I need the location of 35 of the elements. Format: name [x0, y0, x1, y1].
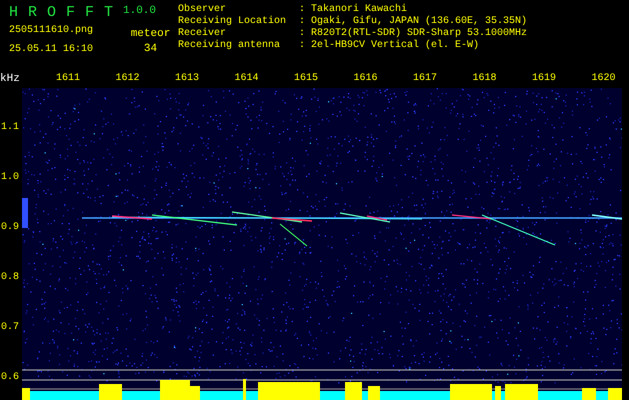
file-name: 2505111610.png: [9, 25, 94, 37]
info-separator: :: [299, 4, 306, 16]
info-value: 2el-HB9CV Vertical (el. E-W): [311, 40, 480, 52]
info-separator: :: [299, 40, 306, 52]
y-axis-label: 1.1: [1, 122, 20, 134]
x-axis-label: 1611: [56, 73, 80, 85]
info-separator: :: [299, 16, 306, 28]
x-axis-label: 1614: [234, 73, 259, 85]
info-label: Receiver: [178, 28, 226, 40]
info-value: Takanori Kawachi: [311, 4, 408, 16]
date-time: 25.05.11 16:10: [9, 44, 94, 56]
y-axis-label: 0.7: [1, 322, 20, 334]
y-axis-label: 0.9: [1, 222, 20, 234]
y-axis-label: 1.0: [1, 172, 20, 184]
x-axis-label: 1620: [592, 73, 616, 85]
y-axis-label: 0.6: [1, 372, 20, 384]
x-axis-label: 1612: [116, 73, 140, 85]
app-title: H R O F F T: [9, 4, 114, 22]
x-axis-label: 1613: [175, 73, 200, 85]
meteor-label: meteor: [130, 28, 170, 40]
info-separator: :: [299, 28, 306, 40]
y-axis-label: 0.8: [1, 272, 20, 284]
meteor-count: 34: [144, 43, 158, 55]
x-axis-label: 1617: [413, 73, 438, 85]
x-axis-label: 1618: [472, 73, 497, 85]
x-axis-label: 1616: [354, 73, 378, 85]
info-label: Observer: [178, 4, 226, 16]
info-value: R820T2(RTL-SDR) SDR-Sharp 53.1000MHz: [311, 28, 528, 40]
unit-label: kHz: [0, 73, 21, 85]
x-axis-label: 1619: [532, 73, 556, 85]
x-axis-label: 1615: [294, 73, 318, 85]
info-label: Receiving Location: [178, 16, 286, 28]
app-version: 1.0.0: [123, 5, 156, 17]
info-label: Receiving antenna: [178, 40, 280, 52]
info-value: Ogaki, Gifu, JAPAN (136.60E, 35.35N): [311, 16, 528, 28]
